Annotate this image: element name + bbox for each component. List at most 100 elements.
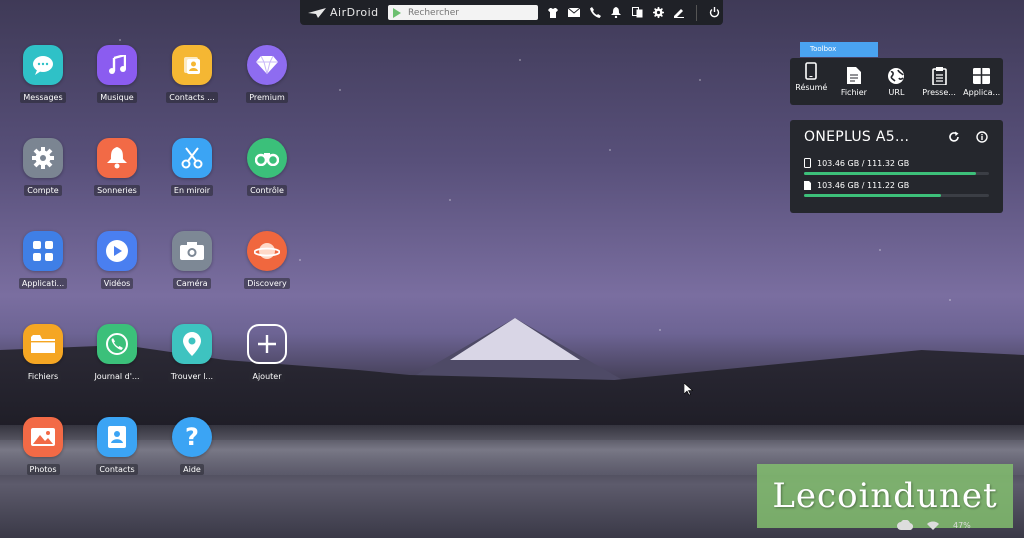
tool-presse-papiers[interactable]: Presse... [919,66,959,97]
app-label: Photos [26,464,60,475]
screenshot-icon[interactable] [630,6,644,20]
toolbox-tag[interactable]: Toolbox [800,42,878,57]
apps-grid-icon [23,231,63,271]
diamond-icon [247,45,287,85]
app-label: Applicati... [18,278,68,289]
internal-storage: 103.46 GB / 111.32 GB [804,158,989,175]
app-applications[interactable]: Applicati... [5,231,81,293]
app-sonneries[interactable]: Sonneries [79,138,155,200]
globe-icon [888,67,905,84]
settings-gear-icon [23,138,63,178]
music-note-icon [97,45,137,85]
app-label: Discovery [244,278,290,289]
photo-landscape-icon [23,417,63,457]
messages-icon [23,45,63,85]
app-aide[interactable]: ? Aide [154,417,230,479]
app-label: Sonneries [94,185,140,196]
app-fichiers[interactable]: Fichiers [5,324,81,386]
app-camera[interactable]: Caméra [154,231,230,293]
app-label: Messages [20,92,66,103]
bell-icon[interactable] [609,6,623,20]
edit-icon[interactable] [672,6,686,20]
phone-icon[interactable] [588,6,602,20]
play-store-icon [393,7,401,18]
app-ajouter[interactable]: Ajouter [229,324,305,386]
watermark-text: Lecoindunet [772,476,998,516]
tshirt-icon[interactable] [546,6,560,20]
camera-icon [172,231,212,271]
app-videos[interactable]: Vidéos [79,231,155,293]
tool-label: Fichier [840,87,867,97]
planet-icon [247,231,287,271]
sdcard-icon [804,181,811,190]
app-label: Musique [97,92,137,103]
app-premium[interactable]: Premium [229,45,305,107]
app-label: Ajouter [249,371,285,382]
toolbox-panel: Résumé Fichier URL Presse... Applica... [790,58,1003,105]
storage-bar-fill [804,172,977,175]
app-label: Journal d'... [91,371,143,382]
app-label: Fichiers [24,371,62,382]
sd-storage: 103.46 GB / 111.22 GB [804,181,989,197]
mail-icon[interactable] [567,6,581,20]
app-label: Compte [24,185,62,196]
storage-bar [804,194,989,197]
airdroid-logo[interactable]: AirDroid [308,6,380,19]
help-question-icon: ? [172,417,212,457]
app-label: Caméra [173,278,211,289]
tool-fichier[interactable]: Fichier [834,67,874,97]
app-label: Contrôle [247,185,287,196]
toolbar-divider [696,4,697,21]
binoculars-icon [247,138,287,178]
app-controle[interactable]: Contrôle [229,138,305,200]
mouse-cursor-icon [684,383,693,396]
storage-text: 103.46 GB / 111.22 GB [817,181,910,190]
brand-name: AirDroid [330,6,379,19]
mountain-snowcap [450,318,580,360]
bell-ringtone-icon [97,138,137,178]
app-contacts[interactable]: Contacts [79,417,155,479]
app-label: Contacts [96,464,138,475]
app-compte[interactable]: Compte [5,138,81,200]
app-label: Premium [246,92,288,103]
battery-level: 47% [953,520,971,530]
app-discovery[interactable]: Discovery [229,231,305,293]
app-messages[interactable]: Messages [5,45,81,107]
phone-call-log-icon [97,324,137,364]
contact-book-icon [97,417,137,457]
tool-label: URL [888,87,905,97]
search-box[interactable] [388,5,538,20]
app-en-miroir[interactable]: En miroir [154,138,230,200]
tool-applications[interactable]: Applica... [962,67,1002,97]
storage-bar [804,172,989,175]
app-journal[interactable]: Journal d'... [79,324,155,386]
app-label: Aide [180,464,204,475]
location-pin-icon [172,324,212,364]
tool-url[interactable]: URL [876,67,916,97]
app-label: En miroir [170,185,214,196]
paper-plane-icon [308,7,326,18]
search-input[interactable] [408,7,528,18]
folder-icon [23,324,63,364]
storage-bar-fill [804,194,941,197]
app-label: Vidéos [100,278,134,289]
tool-label: Presse... [922,87,956,97]
app-photos[interactable]: Photos [5,417,81,479]
status-tray: 47% [897,520,971,530]
storage-text: 103.46 GB / 111.32 GB [817,158,910,168]
gear-icon[interactable] [651,6,665,20]
app-musique[interactable]: Musique [79,45,155,107]
tool-resume[interactable]: Résumé [791,61,831,102]
phone-outline-icon [805,61,818,80]
apps-box-icon [973,67,991,84]
wifi-icon [927,521,939,530]
power-icon[interactable] [707,6,721,20]
cloud-icon [897,520,913,530]
refresh-icon[interactable] [948,131,960,143]
scissors-icon [172,138,212,178]
info-icon[interactable] [976,131,988,143]
tool-label: Résumé [795,82,828,92]
app-contacts-share[interactable]: Contacts ... [154,45,230,107]
device-panel: ONEPLUS A5... 103.46 GB / 111.32 GB 103.… [790,120,1003,213]
app-trouver[interactable]: Trouver l... [154,324,230,386]
